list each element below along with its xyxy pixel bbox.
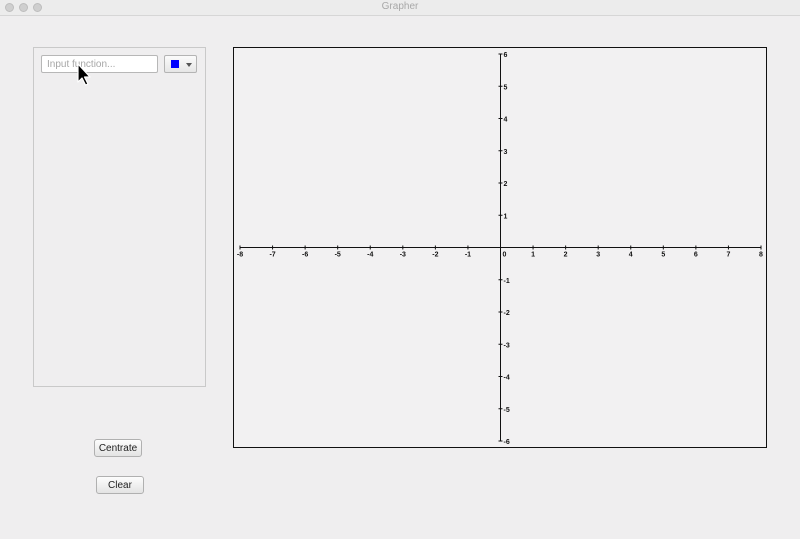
x-tick-label: -3: [400, 252, 406, 259]
arrow-cursor-icon: [77, 63, 91, 86]
y-tick-label: -3: [504, 342, 510, 349]
y-tick-label: -1: [504, 278, 510, 285]
y-tick-label: -5: [504, 407, 510, 414]
y-tick-label: 6: [504, 52, 508, 59]
x-tick-label: 1: [531, 252, 535, 259]
y-tick-label: 1: [504, 213, 508, 220]
x-tick-label: 7: [726, 252, 730, 259]
y-tick-label: -4: [504, 375, 510, 382]
x-tick-label: -7: [269, 252, 275, 259]
x-tick-label: 6: [694, 252, 698, 259]
chevron-down-icon: [186, 63, 192, 67]
function-list-panel: [33, 47, 206, 387]
y-tick-label: 5: [504, 84, 508, 91]
y-tick-label: 2: [504, 181, 508, 188]
y-tick-label: 3: [504, 149, 508, 156]
color-swatch: [171, 60, 179, 68]
x-tick-label: 8: [759, 252, 763, 259]
y-tick-label: -2: [504, 310, 510, 317]
x-tick-label: -6: [302, 252, 308, 259]
x-tick-label: 5: [661, 252, 665, 259]
x-tick-label: 2: [564, 252, 568, 259]
function-input[interactable]: [41, 55, 158, 73]
window-titlebar: Grapher: [0, 0, 800, 16]
x-tick-label: 3: [596, 252, 600, 259]
color-picker-button[interactable]: [164, 55, 197, 73]
graph-canvas[interactable]: -8 -7 -6 -5 -4 -3 -2 -1 0 1 2 3 4 5 6 7 8 6 5 4 3 2 1 -1 -2 -3 -4 -…: [233, 47, 767, 448]
x-tick-label: -5: [335, 252, 341, 259]
centrate-button[interactable]: Centrate: [94, 439, 142, 457]
x-tick-label: -2: [432, 252, 438, 259]
x-tick-label: -4: [367, 252, 373, 259]
clear-button[interactable]: Clear: [96, 476, 144, 494]
x-tick-label: 4: [629, 252, 633, 259]
x-tick-label: 0: [503, 252, 507, 259]
window-title: Grapher: [381, 1, 419, 12]
y-tick-label: -6: [504, 439, 510, 446]
graph-svg: -8 -7 -6 -5 -4 -3 -2 -1 0 1 2 3 4 5 6 7 8 6 5 4 3 2 1 -1 -2 -3 -4 -…: [237, 52, 763, 446]
x-tick-label: -8: [237, 252, 243, 259]
y-tick-label: 4: [504, 117, 508, 124]
x-tick-label: -1: [465, 252, 471, 259]
